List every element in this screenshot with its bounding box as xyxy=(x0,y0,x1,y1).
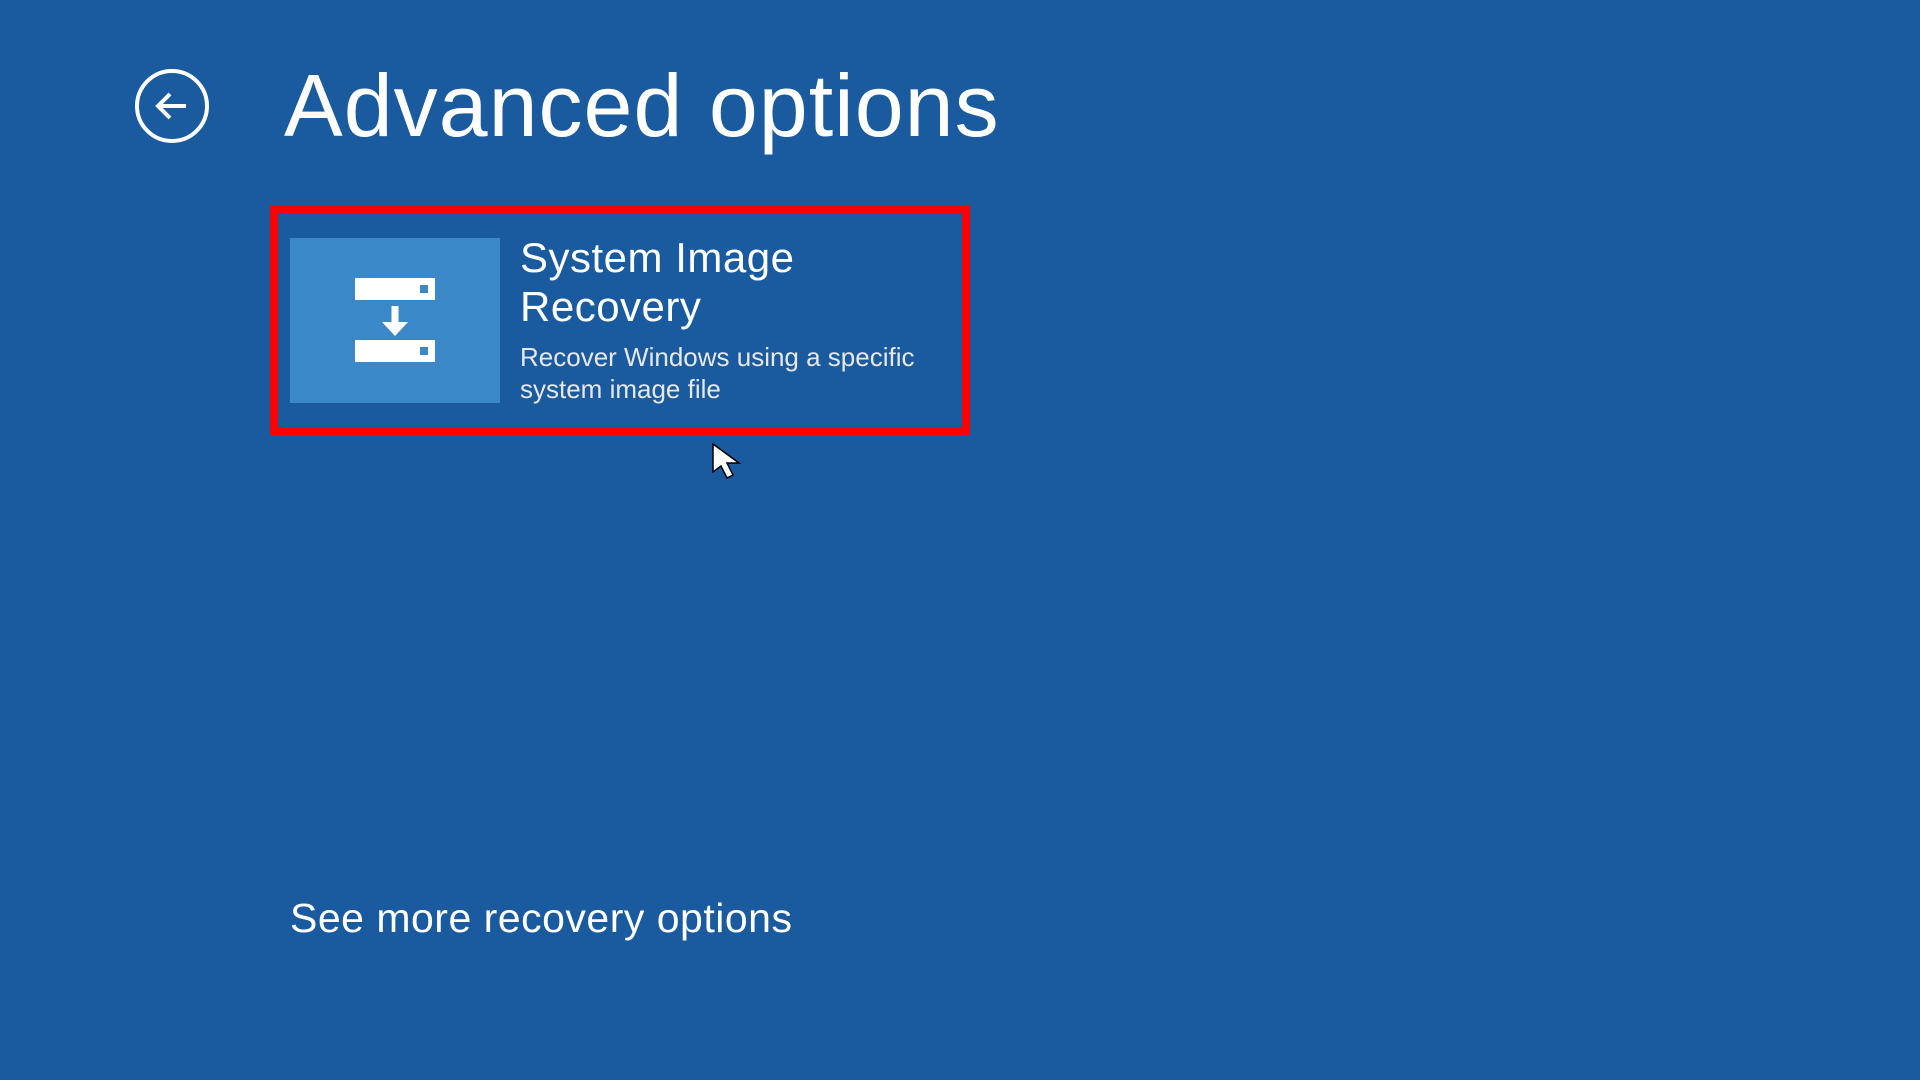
see-more-recovery-options-link[interactable]: See more recovery options xyxy=(290,895,792,942)
system-image-recovery-icon xyxy=(290,238,500,403)
system-image-recovery-tile[interactable]: System Image Recovery Recover Windows us… xyxy=(270,205,970,435)
tile-container: System Image Recovery Recover Windows us… xyxy=(270,205,1920,435)
mouse-cursor-icon xyxy=(711,442,745,487)
tile-description: Recover Windows using a specific system … xyxy=(520,341,940,406)
back-button[interactable] xyxy=(135,69,209,143)
tile-title: System Image Recovery xyxy=(520,234,940,331)
page-title: Advanced options xyxy=(284,55,1000,157)
back-arrow-icon xyxy=(152,86,192,126)
tile-text: System Image Recovery Recover Windows us… xyxy=(520,234,950,406)
header: Advanced options xyxy=(0,0,1920,157)
